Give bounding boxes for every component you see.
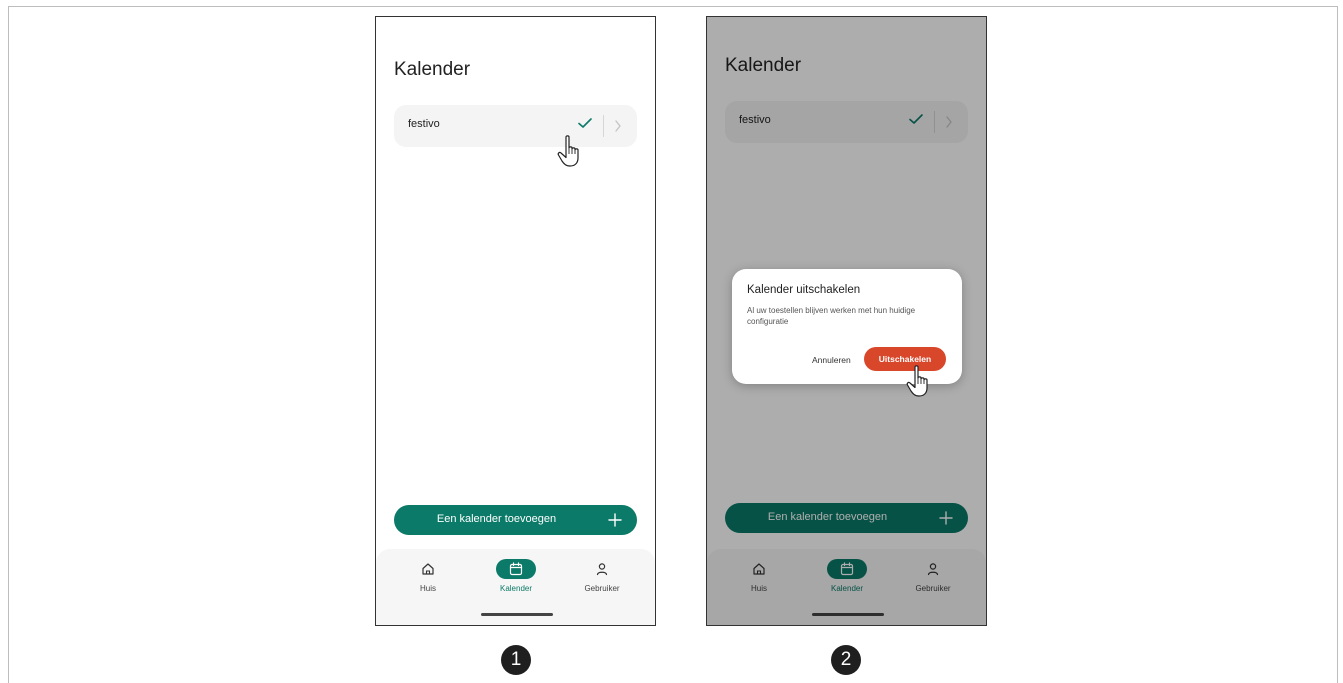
calendar-icon [509, 562, 523, 576]
step-number-badge: 1 [501, 645, 531, 675]
dialog-message: Al uw toestellen blijven werken met hun … [747, 306, 916, 326]
nav-label-kalender: Kalender [499, 584, 533, 593]
nav-item-huis[interactable]: Huis [388, 559, 468, 599]
cancel-button[interactable]: Annuleren [812, 355, 851, 365]
hand-pointer-icon [906, 365, 928, 397]
page-title: Kalender [394, 59, 471, 80]
home-icon [422, 563, 434, 575]
nav-label-gebruiker: Gebruiker [584, 584, 620, 593]
nav-label-huis: Huis [419, 584, 436, 593]
bottom-navigation: Huis Kalender Gebruiker [376, 549, 655, 625]
row-divider [603, 115, 604, 137]
calendar-item-name: festivo [408, 118, 440, 130]
dialog-title: Kalender uitschakelen [747, 284, 861, 296]
add-calendar-button[interactable]: Een kalender toevoegen [394, 505, 637, 535]
calendar-item-row[interactable]: festivo [394, 105, 637, 147]
home-indicator[interactable] [481, 613, 553, 616]
add-calendar-label: Een kalender toevoegen [436, 513, 557, 525]
hand-pointer-icon [557, 135, 579, 167]
disable-button[interactable]: Uitschakelen [864, 347, 946, 371]
check-icon[interactable] [577, 115, 593, 131]
outer-frame [8, 6, 1338, 683]
step-number-badge: 2 [831, 645, 861, 675]
nav-item-kalender[interactable]: Kalender [476, 559, 556, 599]
nav-item-gebruiker[interactable]: Gebruiker [562, 559, 642, 599]
phone-screen-step-2: Kalender festivo Een kalender toevoegen … [706, 16, 987, 626]
phone-screen-step-1: Kalender festivo Een kalender toevoegen … [375, 16, 656, 626]
plus-icon [608, 513, 622, 527]
chevron-right-icon[interactable] [613, 119, 623, 133]
user-icon [596, 563, 608, 576]
